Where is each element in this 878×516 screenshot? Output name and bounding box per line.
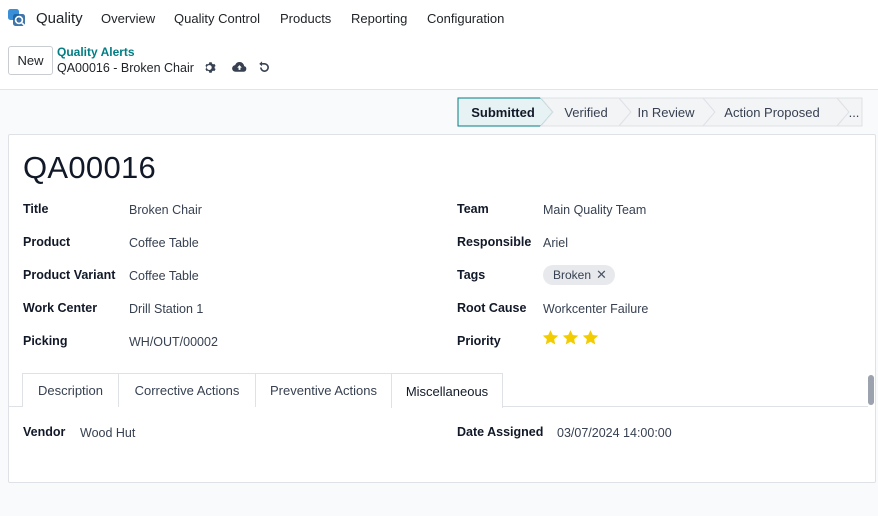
new-button[interactable]: New xyxy=(8,46,53,75)
product-label: Product xyxy=(23,235,71,249)
vendor-field[interactable]: Wood Hut xyxy=(80,426,135,440)
quality-app-icon[interactable] xyxy=(7,8,27,28)
discard-undo-icon[interactable] xyxy=(257,60,271,74)
root-cause-field[interactable]: Workcenter Failure xyxy=(543,302,648,316)
picking-label: Picking xyxy=(23,334,68,348)
priority-label: Priority xyxy=(457,334,501,348)
scrollbar[interactable] xyxy=(868,375,874,405)
priority-star-icon[interactable] xyxy=(582,329,599,346)
menu-configuration[interactable]: Configuration xyxy=(427,11,504,26)
menu-reporting[interactable]: Reporting xyxy=(351,11,407,26)
tag-badge[interactable]: Broken ✕ xyxy=(543,265,615,285)
team-label: Team xyxy=(457,202,489,216)
team-field[interactable]: Main Quality Team xyxy=(543,203,646,217)
tab-description[interactable]: Description xyxy=(22,373,119,407)
cloud-save-icon[interactable] xyxy=(231,60,247,74)
record-title: QA00016 xyxy=(23,150,157,185)
responsible-label: Responsible xyxy=(457,235,532,249)
control-panel: New Quality Alerts QA00016 - Broken Chai… xyxy=(0,36,878,90)
date-assigned-label: Date Assigned xyxy=(457,425,544,439)
app-name[interactable]: Quality xyxy=(36,10,83,27)
top-navbar: Quality Overview Quality Control Product… xyxy=(0,0,878,36)
tags-label: Tags xyxy=(457,268,486,282)
root-cause-label: Root Cause xyxy=(457,301,527,315)
breadcrumb-parent[interactable]: Quality Alerts xyxy=(57,45,135,59)
status-bar: Submitted Verified In Review Action Prop… xyxy=(457,97,863,127)
tab-corrective-actions[interactable]: Corrective Actions xyxy=(118,373,256,407)
picking-field[interactable]: WH/OUT/00002 xyxy=(129,335,218,349)
tag-label: Broken xyxy=(553,268,592,282)
gear-icon[interactable] xyxy=(203,60,217,74)
tab-miscellaneous[interactable]: Miscellaneous xyxy=(391,373,503,408)
menu-overview[interactable]: Overview xyxy=(101,11,155,26)
work-center-field[interactable]: Drill Station 1 xyxy=(129,302,203,316)
work-center-label: Work Center xyxy=(23,301,98,315)
date-assigned-field[interactable]: 03/07/2024 14:00:00 xyxy=(557,426,672,440)
breadcrumb-current: QA00016 - Broken Chair xyxy=(57,61,194,75)
title-field[interactable]: Broken Chair xyxy=(129,203,202,217)
tab-preventive-actions[interactable]: Preventive Actions xyxy=(255,373,392,407)
stage-verified[interactable]: Verified xyxy=(553,97,619,127)
priority-star-icon[interactable] xyxy=(542,329,559,346)
remove-tag-icon[interactable]: ✕ xyxy=(596,267,607,283)
priority-star-icon[interactable] xyxy=(562,329,579,346)
product-variant-field[interactable]: Coffee Table xyxy=(129,269,199,283)
product-variant-label: Product Variant xyxy=(23,268,116,282)
menu-quality-control[interactable]: Quality Control xyxy=(174,11,260,26)
title-label: Title xyxy=(23,202,49,216)
stage-submitted[interactable]: Submitted xyxy=(463,97,543,127)
responsible-field[interactable]: Ariel xyxy=(543,236,568,250)
stage-more-button[interactable]: ... xyxy=(845,97,863,127)
vendor-label: Vendor xyxy=(23,425,66,439)
product-field[interactable]: Coffee Table xyxy=(129,236,199,250)
menu-products[interactable]: Products xyxy=(280,11,331,26)
stage-in-review[interactable]: In Review xyxy=(631,97,701,127)
stage-action-proposed[interactable]: Action Proposed xyxy=(715,97,829,127)
